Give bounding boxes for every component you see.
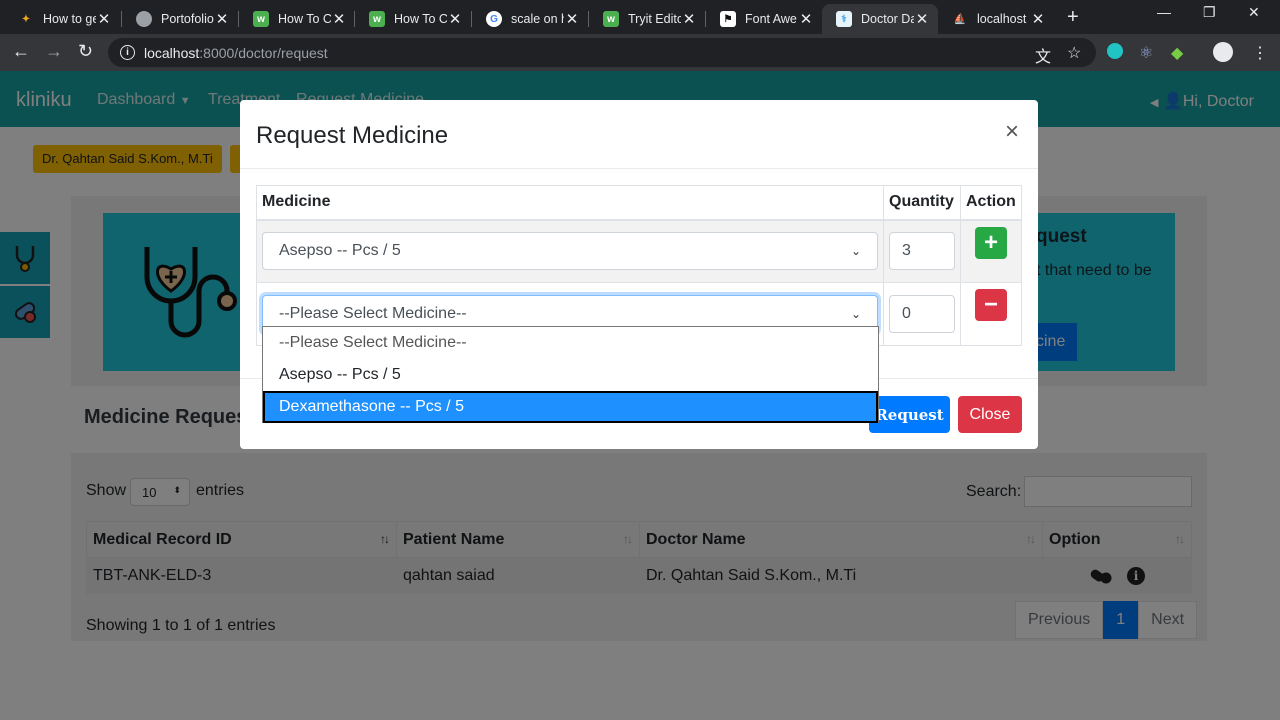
doctor-icon: ⚕ — [836, 11, 852, 27]
divider — [240, 168, 1038, 169]
tab-title: Font Awe — [745, 12, 797, 26]
close-tab-icon[interactable]: ✕ — [96, 10, 112, 28]
url-path: :8000/doctor/request — [199, 44, 328, 61]
column-header-medicine: Medicine — [256, 185, 884, 221]
phpmyadmin-icon: ⛵ — [953, 13, 967, 25]
close-button[interactable]: Close — [958, 396, 1022, 433]
browser-tab-bar: ✦ How to ge ✕ Portofolio ✕ w How To C ✕ … — [0, 0, 1280, 34]
chevron-down-icon: ⌄ — [850, 244, 861, 259]
quantity-input[interactable]: 3 — [889, 232, 955, 271]
restore-icon[interactable]: ❐ — [1203, 4, 1216, 21]
browser-tab[interactable]: ✦ How to ge ✕ — [4, 4, 120, 34]
google-icon: G — [486, 11, 502, 27]
quantity-input[interactable]: 0 — [889, 295, 955, 333]
window-close-icon[interactable]: ✕ — [1248, 4, 1260, 21]
close-icon[interactable]: × — [1005, 118, 1019, 146]
browser-tab[interactable]: Portofolio ✕ — [122, 4, 238, 34]
tab-title: Portofolio — [161, 12, 214, 26]
close-tab-icon[interactable]: ✕ — [214, 10, 230, 28]
extension-icon[interactable]: ◆ — [1171, 43, 1183, 63]
flag-icon: ⚑ — [720, 11, 736, 27]
tab-title: scale on h — [511, 12, 564, 26]
add-row-button[interactable]: + — [975, 226, 1007, 259]
column-header-action: Action — [960, 185, 1022, 221]
reload-icon[interactable]: ↻ — [78, 41, 93, 62]
tab-title: Doctor Da — [861, 12, 914, 26]
globe-icon — [136, 11, 152, 27]
close-tab-icon[interactable]: ✕ — [914, 10, 930, 28]
w3-icon: w — [369, 11, 385, 27]
new-tab-icon[interactable]: + — [1067, 6, 1079, 29]
profile-avatar-icon[interactable] — [1213, 42, 1233, 62]
request-button[interactable]: Request — [869, 396, 950, 433]
tab-title: Tryit Edito — [628, 12, 681, 26]
medicine-row: Asepso -- Pcs / 5 ⌄ 3 + — [256, 219, 1022, 283]
close-tab-icon[interactable]: ✕ — [447, 10, 463, 28]
chevron-down-icon: ⌄ — [850, 307, 861, 321]
sparkle-icon: ✦ — [21, 13, 31, 25]
w3-icon: w — [603, 11, 619, 27]
browser-tab[interactable]: w How To C ✕ — [239, 4, 355, 34]
browser-tab[interactable]: w Tryit Edito ✕ — [589, 4, 705, 34]
close-tab-icon[interactable]: ✕ — [331, 10, 347, 28]
address-bar[interactable]: i localhost:8000/doctor/request — [108, 38, 1096, 67]
browser-tab[interactable]: ⚑ Font Awe ✕ — [706, 4, 822, 34]
menu-kebab-icon[interactable]: ⋮ — [1252, 43, 1268, 63]
close-tab-icon[interactable]: ✕ — [798, 10, 814, 28]
back-icon[interactable]: ← — [12, 41, 30, 62]
url-host: localhost — [144, 44, 200, 61]
w3-icon: w — [253, 11, 269, 27]
close-tab-icon[interactable]: ✕ — [681, 10, 697, 28]
browser-tab[interactable]: G scale on h ✕ — [472, 4, 588, 34]
bookmark-star-icon[interactable]: ☆ — [1067, 43, 1081, 63]
browser-tab[interactable]: ⛵ localhost ✕ — [938, 4, 1054, 34]
column-header-quantity: Quantity — [883, 185, 961, 221]
close-tab-icon[interactable]: ✕ — [564, 10, 580, 28]
browser-toolbar: ← → ↻ i localhost:8000/doctor/request ⽂ … — [0, 34, 1280, 71]
browser-tab-active[interactable]: ⚕ Doctor Da ✕ — [822, 4, 938, 34]
medicine-dropdown-list: --Please Select Medicine-- Asepso -- Pcs… — [262, 326, 879, 423]
extension-icon[interactable] — [1107, 43, 1123, 59]
medicine-select[interactable]: Asepso -- Pcs / 5 ⌄ — [262, 232, 878, 271]
remove-row-button[interactable]: − — [975, 289, 1007, 321]
tab-title: How To C — [394, 12, 447, 26]
browser-tab[interactable]: w How To C ✕ — [355, 4, 471, 34]
dropdown-option-highlighted[interactable]: Dexamethasone -- Pcs / 5 — [263, 391, 878, 423]
info-icon[interactable]: i — [120, 45, 135, 60]
tab-title: localhost — [977, 12, 1027, 26]
modal-title: Request Medicine — [256, 122, 449, 149]
close-tab-icon[interactable]: ✕ — [1030, 10, 1046, 28]
tab-title: How To C — [278, 12, 331, 26]
dropdown-option[interactable]: --Please Select Medicine-- — [263, 327, 878, 359]
translate-icon[interactable]: ⽂ — [1035, 43, 1051, 67]
minimize-icon[interactable]: — — [1157, 4, 1171, 20]
react-devtools-icon[interactable]: ⚛ — [1139, 43, 1153, 63]
forward-icon[interactable]: → — [45, 41, 63, 62]
medicine-table: Medicine Quantity Action Asepso -- Pcs /… — [256, 185, 1022, 346]
tab-title: How to ge — [43, 12, 96, 26]
dropdown-option[interactable]: Asepso -- Pcs / 5 — [263, 359, 878, 391]
